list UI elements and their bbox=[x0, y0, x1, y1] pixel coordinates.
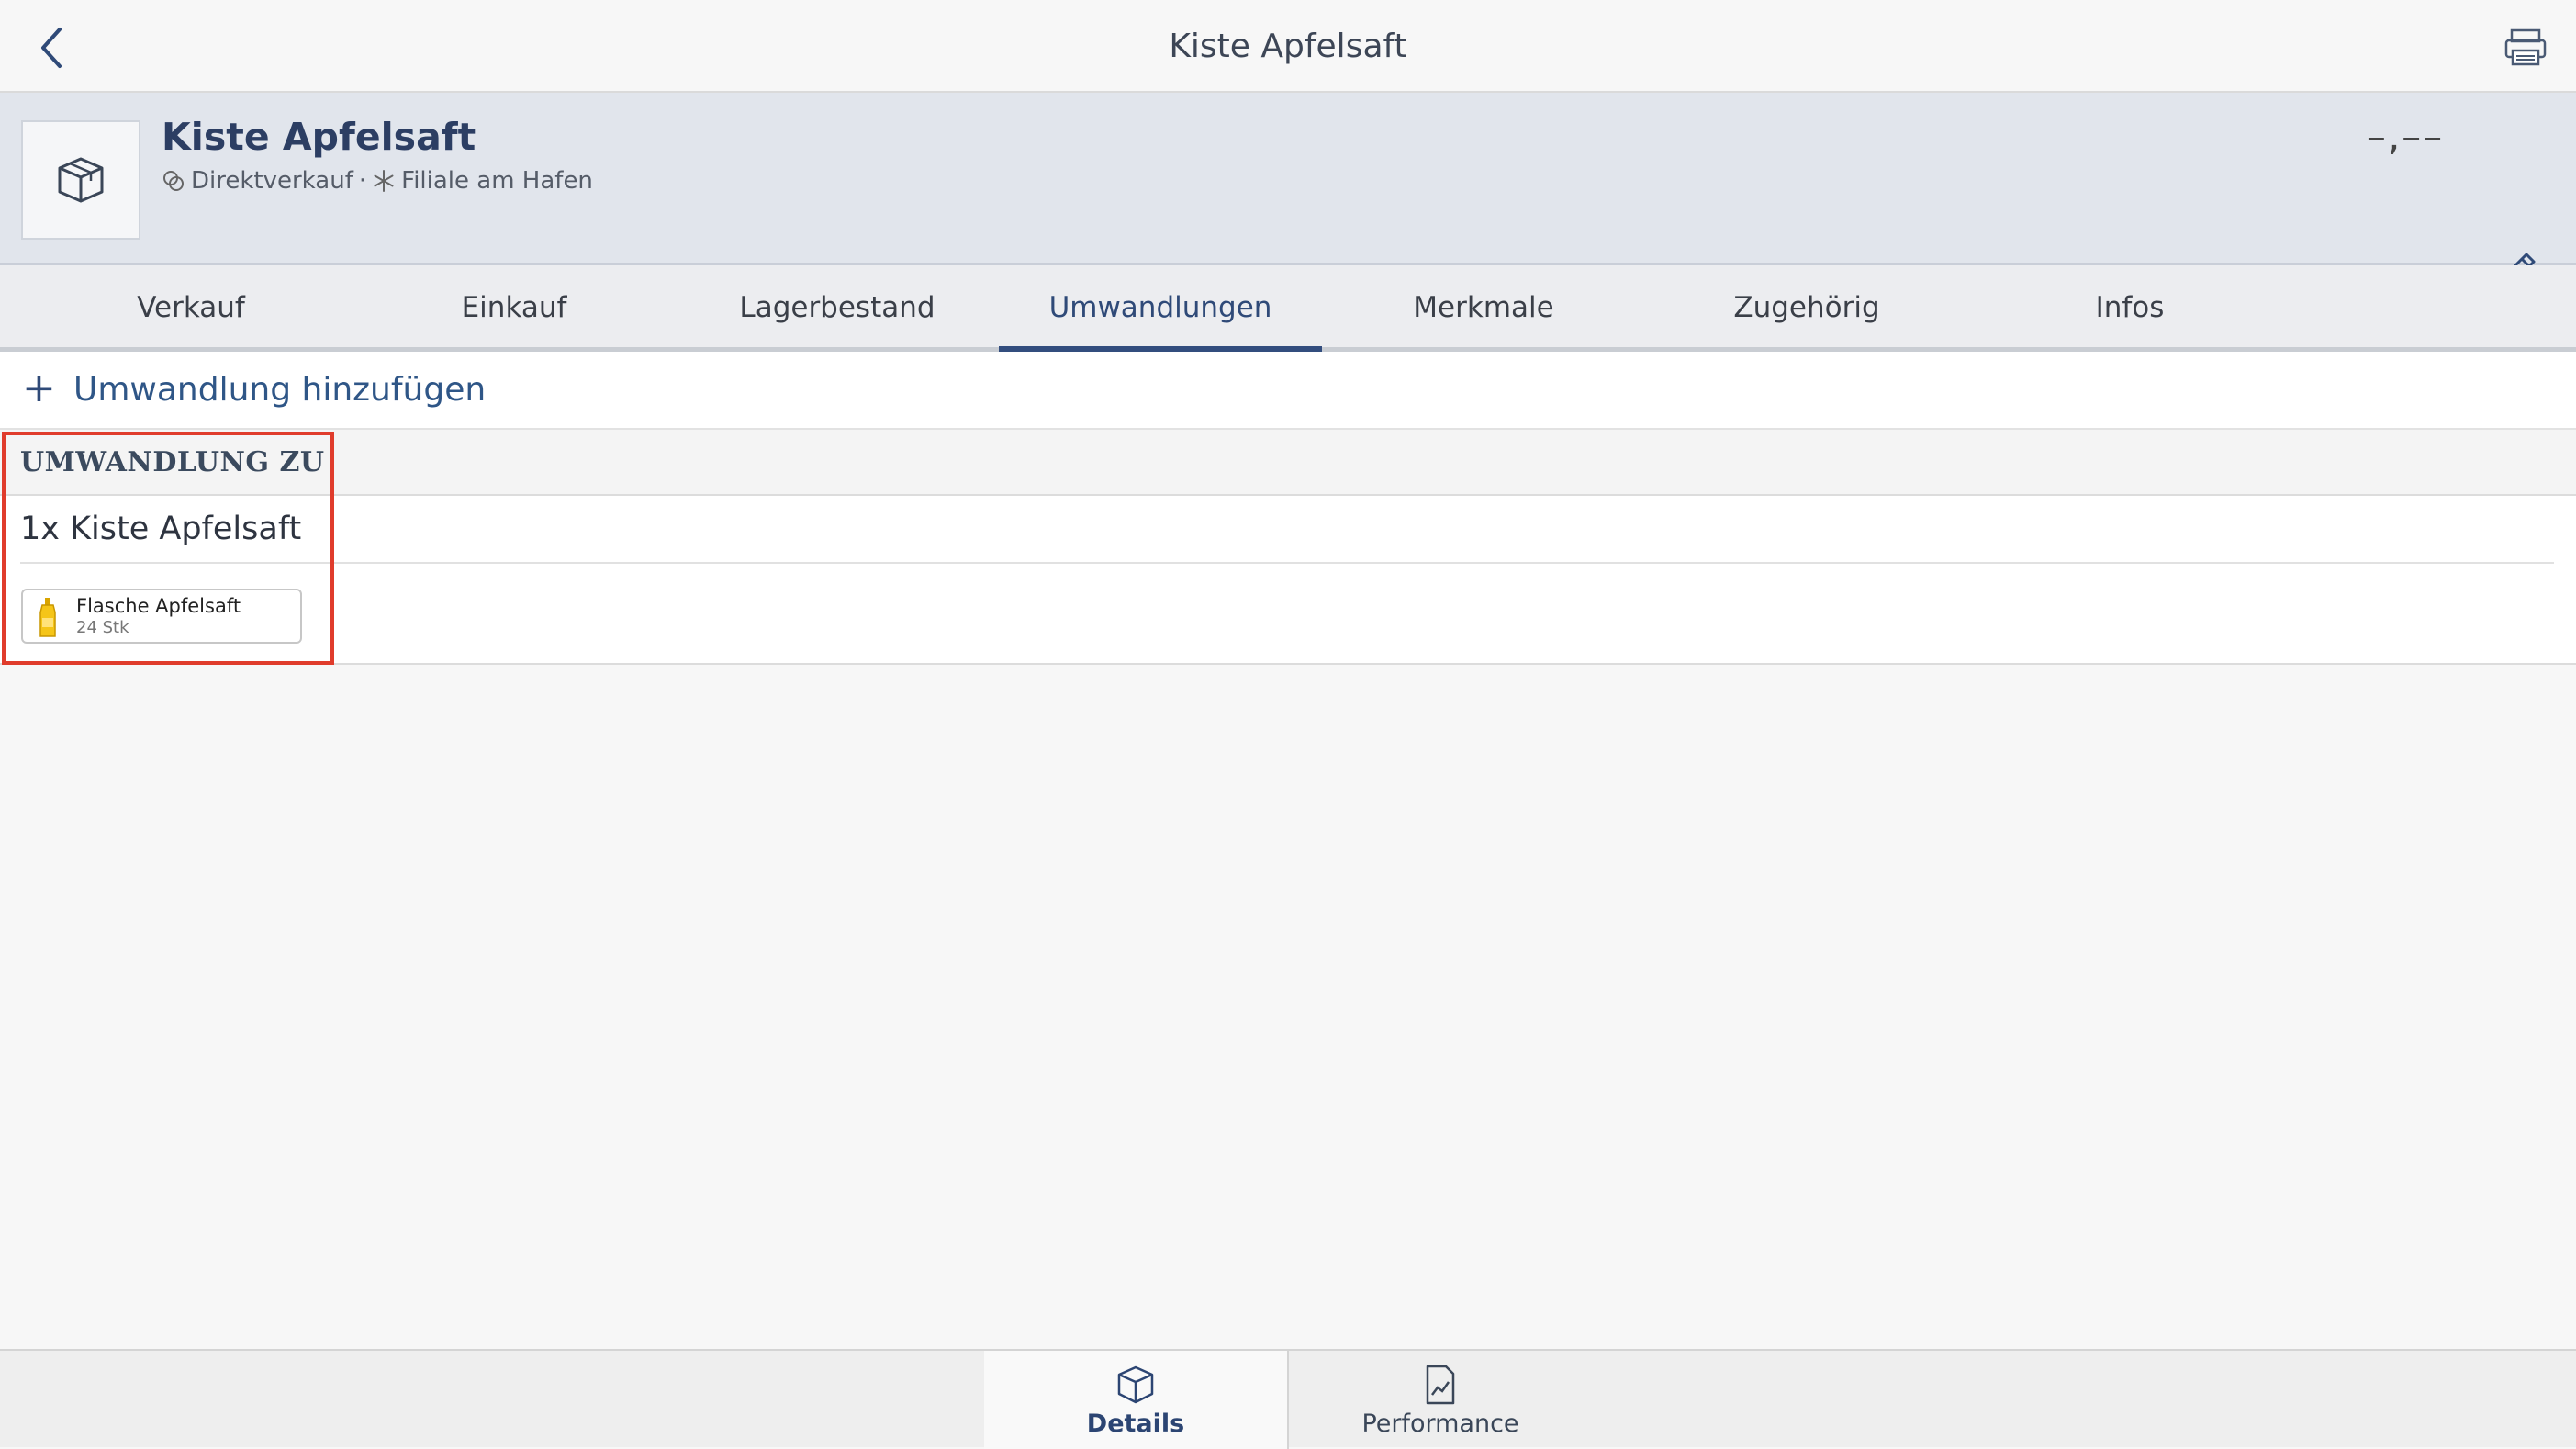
section-title: UMWANDLUNG ZU bbox=[20, 446, 325, 478]
snowflake-icon bbox=[374, 170, 394, 192]
product-name: Kiste Apfelsaft bbox=[162, 115, 476, 159]
divider bbox=[20, 562, 2554, 564]
plus-icon: + bbox=[22, 365, 56, 411]
sale-type: Direktverkauf bbox=[191, 167, 353, 195]
bottom-tab-details[interactable]: Details bbox=[984, 1351, 1287, 1449]
chart-document-icon bbox=[1426, 1365, 1455, 1405]
box-icon bbox=[58, 157, 104, 203]
section-header: UMWANDLUNG ZU bbox=[0, 430, 2576, 496]
product-price: –,–– bbox=[2366, 114, 2445, 159]
conversion-item-chip[interactable]: Flasche Apfelsaft 24 Stk bbox=[21, 589, 302, 644]
navigation-bar: Kiste Apfelsaft bbox=[0, 0, 2576, 93]
sale-tag-icon bbox=[163, 171, 184, 191]
page-title: Kiste Apfelsaft bbox=[1169, 28, 1407, 65]
add-conversion-button[interactable]: + Umwandlung hinzufügen bbox=[0, 352, 2576, 430]
bottle-icon bbox=[39, 598, 56, 637]
tab-bar: Verkauf Einkauf Lagerbestand Umwandlunge… bbox=[0, 265, 2576, 353]
product-meta: Direktverkauf · Filiale am Hafen bbox=[162, 163, 593, 199]
tab-zugehoerig[interactable]: Zugehörig bbox=[1645, 265, 1968, 347]
printer-icon bbox=[2504, 28, 2547, 66]
chip-quantity: 24 Stk bbox=[76, 618, 129, 637]
bottom-tab-label: Performance bbox=[1361, 1410, 1519, 1438]
chip-name: Flasche Apfelsaft bbox=[76, 595, 241, 617]
conversion-title: 1x Kiste Apfelsaft bbox=[20, 511, 302, 547]
tab-umwandlungen[interactable]: Umwandlungen bbox=[999, 265, 1322, 353]
tab-merkmale[interactable]: Merkmale bbox=[1322, 265, 1645, 347]
product-thumbnail bbox=[21, 120, 140, 240]
branch-name: Filiale am Hafen bbox=[401, 167, 593, 195]
tab-infos[interactable]: Infos bbox=[1968, 265, 2291, 347]
bottom-tab-bar: Details Performance bbox=[0, 1349, 2576, 1449]
tab-verkauf[interactable]: Verkauf bbox=[29, 265, 353, 347]
bottom-tab-label: Details bbox=[1086, 1410, 1185, 1438]
product-header: Kiste Apfelsaft Direktverkauf · Filiale … bbox=[0, 93, 2576, 293]
add-conversion-label: Umwandlung hinzufügen bbox=[73, 371, 487, 409]
box-icon bbox=[1117, 1365, 1154, 1404]
print-button[interactable] bbox=[2497, 22, 2554, 73]
bottom-tab-performance[interactable]: Performance bbox=[1287, 1351, 1592, 1449]
tab-einkauf[interactable]: Einkauf bbox=[353, 265, 676, 347]
conversion-card[interactable]: 1x Kiste Apfelsaft Flasche Apfelsaft 24 … bbox=[0, 496, 2576, 665]
meta-separator: · bbox=[358, 167, 367, 195]
tab-lagerbestand[interactable]: Lagerbestand bbox=[676, 265, 999, 347]
